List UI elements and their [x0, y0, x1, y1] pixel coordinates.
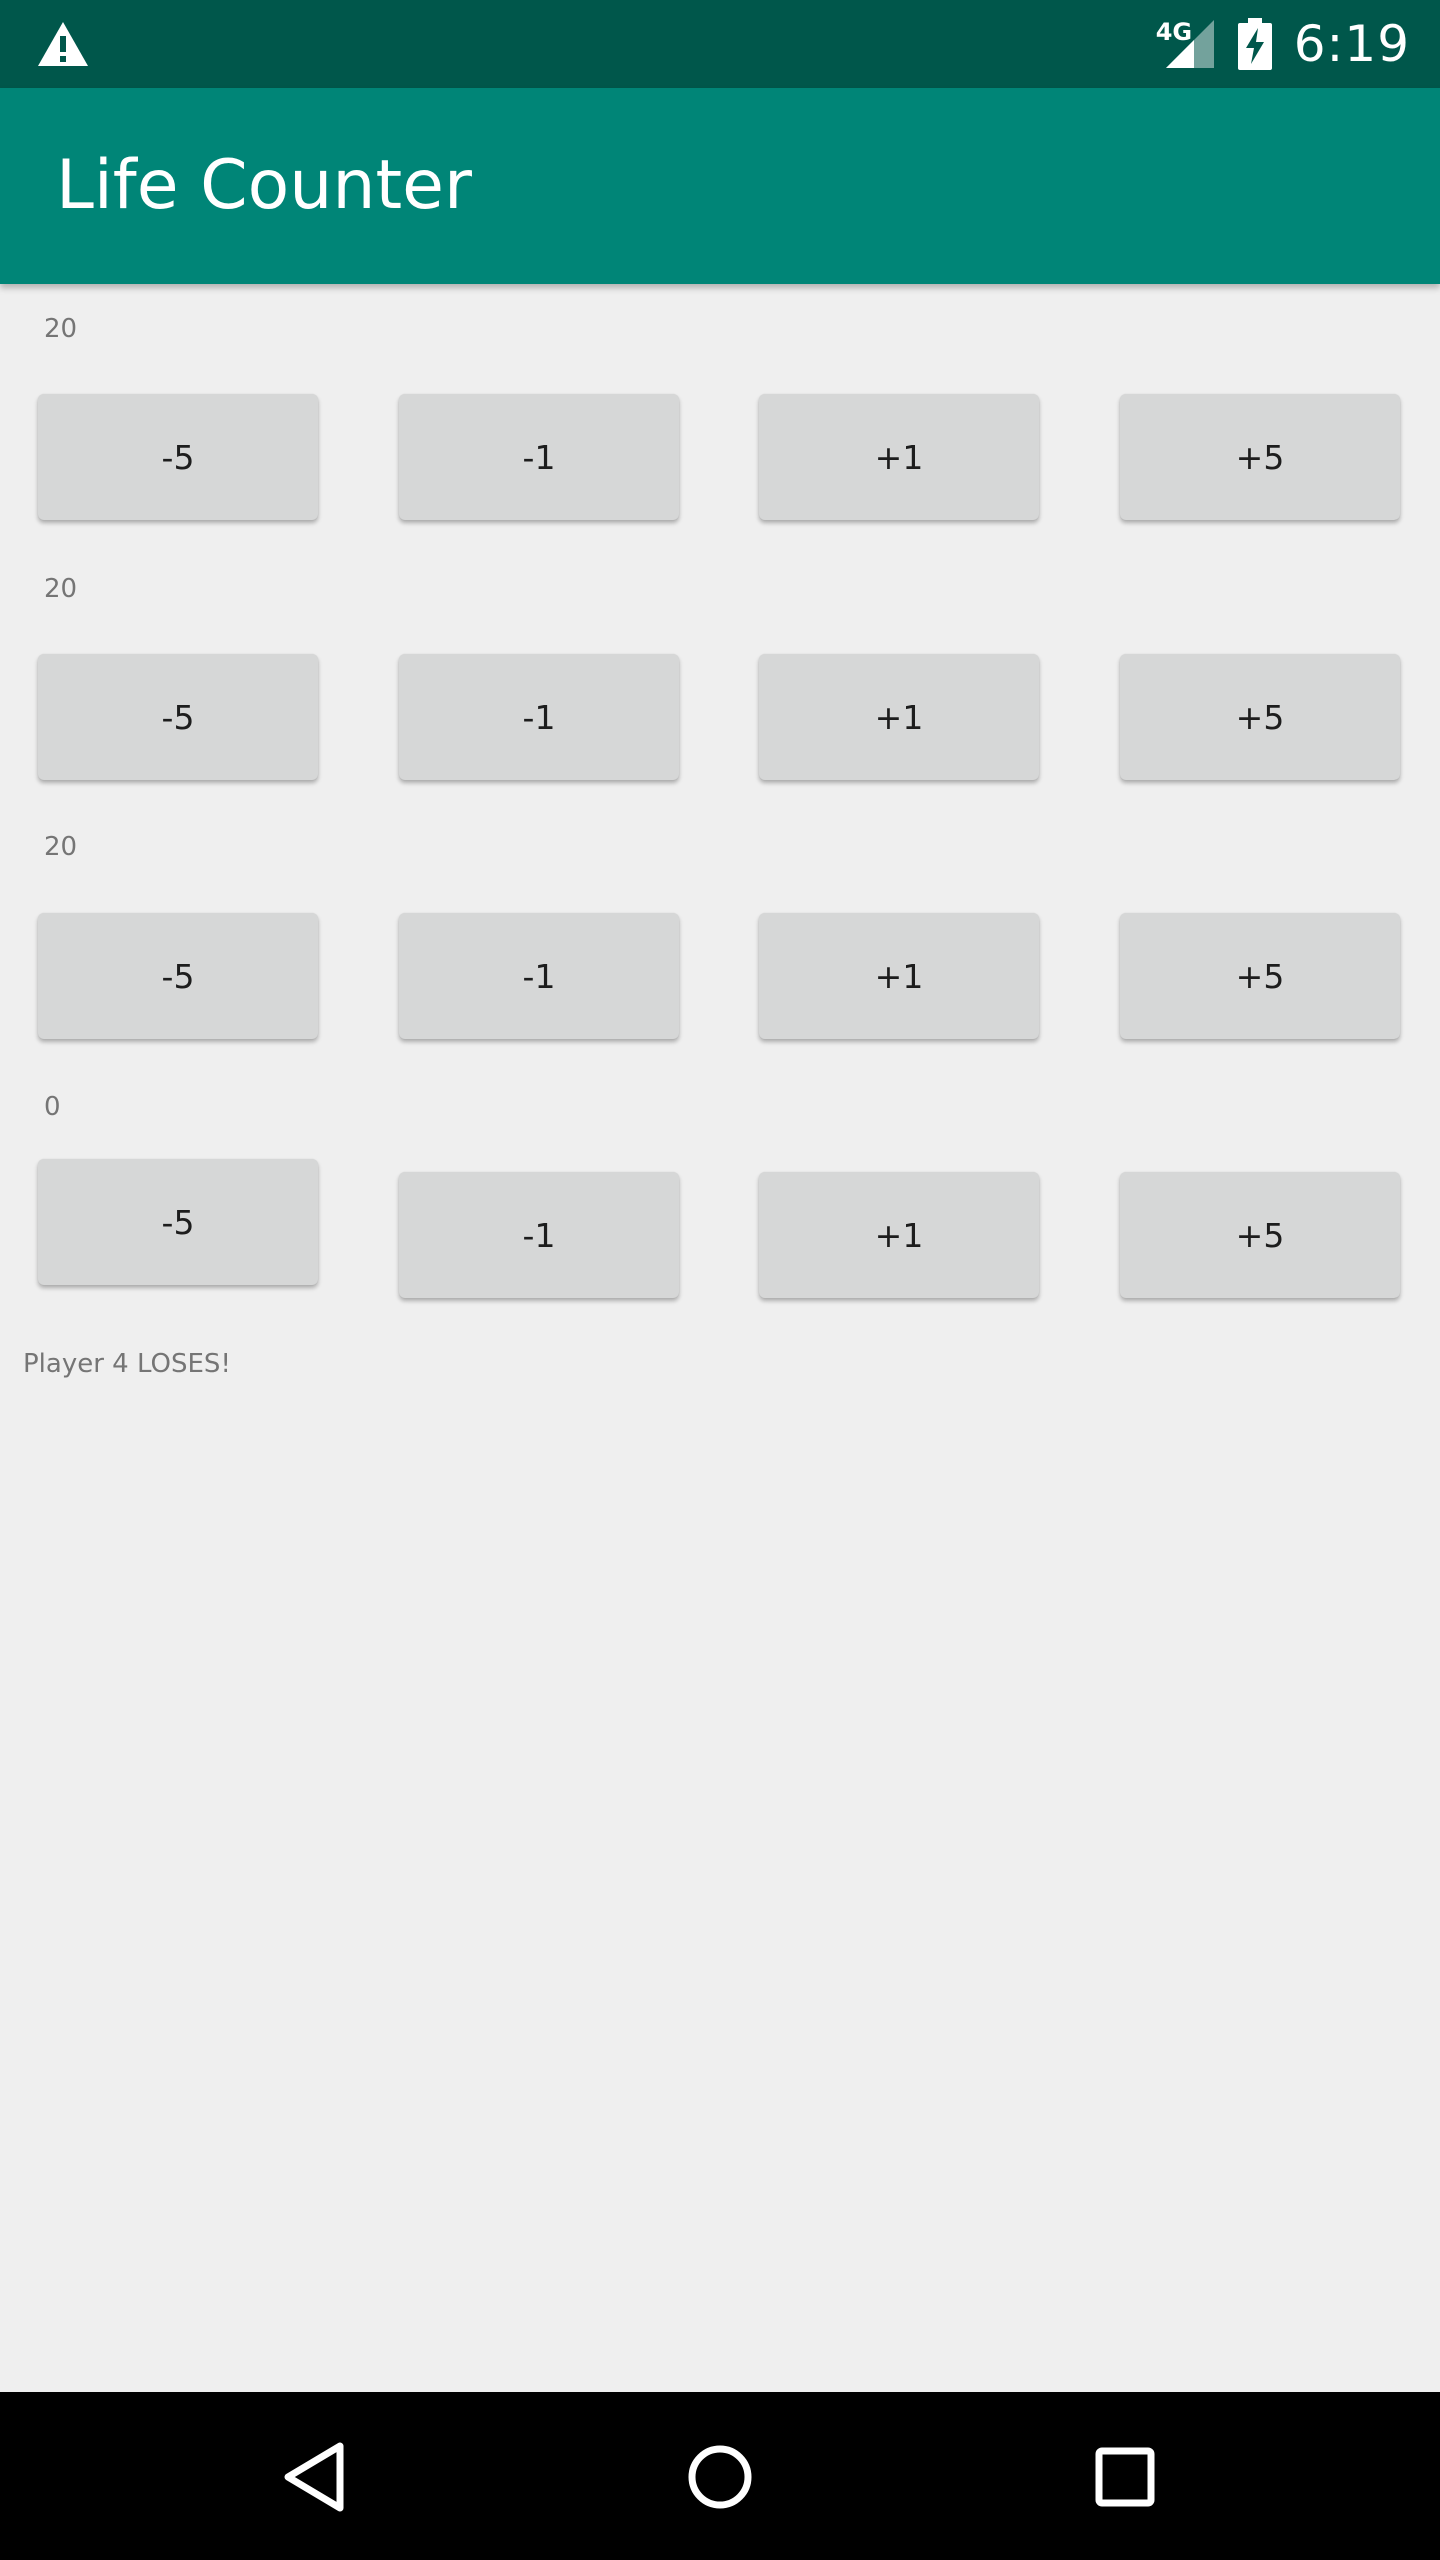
- player-4-minus-5-button[interactable]: -5: [38, 1159, 318, 1285]
- player-2-minus-1-button[interactable]: -1: [399, 654, 679, 780]
- battery-charging-icon: [1237, 18, 1272, 70]
- app-bar: Life Counter: [0, 88, 1440, 284]
- clock: 6:19: [1293, 15, 1410, 73]
- player-3-minus-1-button[interactable]: -1: [399, 913, 679, 1039]
- player-3-life: 20: [44, 832, 78, 862]
- app-title: Life Counter: [56, 146, 472, 225]
- player-1-plus-5-button[interactable]: +5: [1120, 394, 1400, 520]
- player-2-minus-5-button[interactable]: -5: [38, 654, 318, 780]
- player-4-life: 0: [44, 1092, 61, 1122]
- player-4-plus-1-button[interactable]: +1: [759, 1172, 1039, 1298]
- player-4-minus-1-button[interactable]: -1: [399, 1172, 679, 1298]
- status-bar: 4G 6:19: [0, 0, 1440, 88]
- player-3-minus-5-button[interactable]: -5: [38, 913, 318, 1039]
- back-icon[interactable]: [270, 2432, 360, 2522]
- player-2-plus-1-button[interactable]: +1: [759, 654, 1039, 780]
- player-1-minus-1-button[interactable]: -1: [399, 394, 679, 520]
- player-3-plus-5-button[interactable]: +5: [1120, 913, 1400, 1039]
- player-1-minus-5-button[interactable]: -5: [38, 394, 318, 520]
- recents-icon[interactable]: [1080, 2432, 1170, 2522]
- player-1-life: 20: [44, 314, 78, 344]
- warning-icon: [38, 22, 88, 66]
- player-2-plus-5-button[interactable]: +5: [1120, 654, 1400, 780]
- nav-bar: [0, 2392, 1440, 2560]
- home-icon[interactable]: [675, 2432, 765, 2522]
- game-status-message: Player 4 LOSES!: [23, 1349, 231, 1379]
- player-3-plus-1-button[interactable]: +1: [759, 913, 1039, 1039]
- player-1-plus-1-button[interactable]: +1: [759, 394, 1039, 520]
- player-4-plus-5-button[interactable]: +5: [1120, 1172, 1400, 1298]
- player-2-life: 20: [44, 574, 78, 604]
- status-icons: 4G 6:19: [1154, 0, 1410, 88]
- cell-signal-icon: 4G: [1154, 18, 1216, 70]
